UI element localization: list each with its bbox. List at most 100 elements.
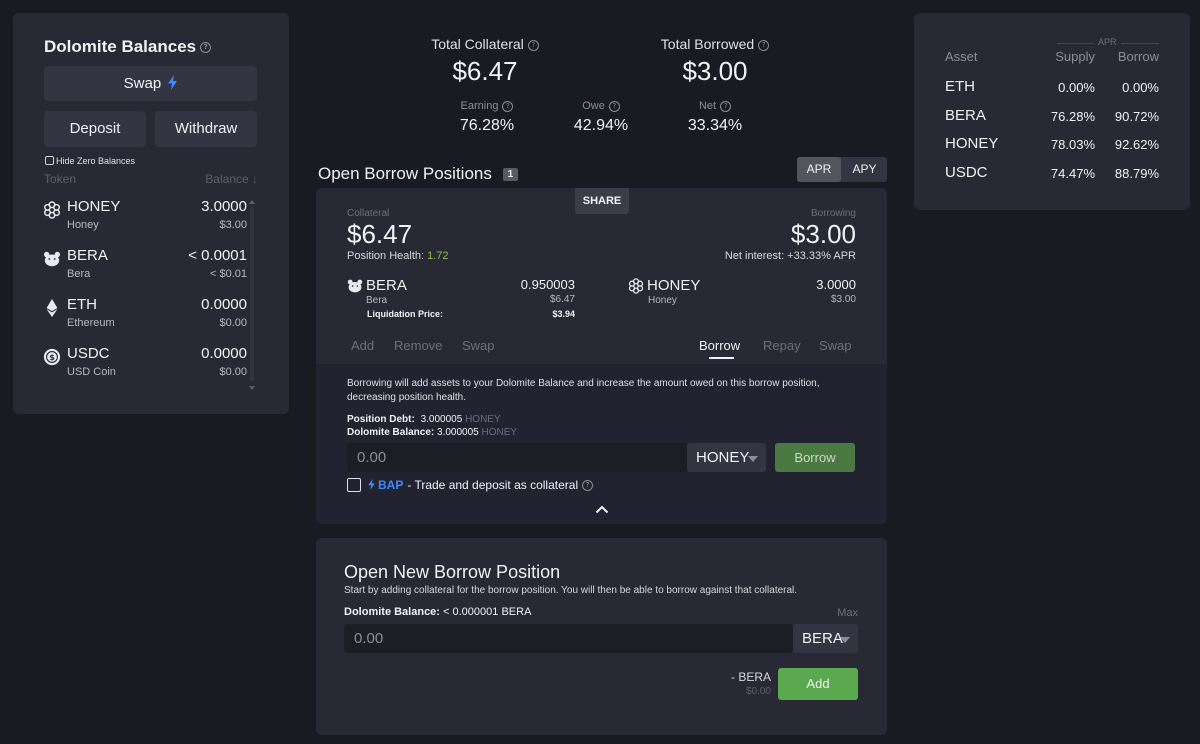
chevron-up-icon[interactable]	[595, 505, 609, 514]
eth-icon	[46, 299, 58, 317]
apr-supply: 74.47%	[1050, 166, 1095, 181]
tab-add[interactable]: Add	[351, 338, 374, 353]
apr-borrow: 88.79%	[1114, 166, 1159, 181]
bap-checkbox[interactable]	[347, 478, 361, 492]
apr-panel: APR Asset Supply Borrow ETH 0.00% 0.00% …	[914, 13, 1190, 210]
token-balance: 3.0000	[201, 198, 247, 215]
withdraw-button[interactable]: Withdraw	[155, 111, 257, 147]
token-usd-value: $0.00	[219, 366, 247, 378]
apr-col-asset: Asset	[945, 49, 978, 64]
lightning-icon	[368, 479, 375, 490]
new-position-balance: Dolomite Balance: < 0.000001 BERA	[344, 606, 531, 618]
bera-icon	[43, 251, 61, 267]
bap-text: - Trade and deposit as collateral	[407, 478, 579, 492]
honey-icon	[628, 278, 644, 294]
share-button[interactable]: SHARE	[575, 188, 629, 214]
token-usd-value: $0.00	[219, 317, 247, 329]
token-symbol: ETH	[67, 296, 97, 313]
toggle-apy[interactable]: APY	[842, 157, 887, 182]
position-debt-label: Position Debt:	[347, 414, 415, 425]
lightning-icon	[168, 75, 178, 90]
deposit-button[interactable]: Deposit	[44, 111, 146, 147]
token-row-bera[interactable]: BERA Bera < 0.0001 < $0.01	[43, 247, 247, 287]
position-debt: Position Debt: 3.000005 HONEY	[347, 414, 501, 425]
collateral-token-select[interactable]: BERA	[793, 624, 858, 653]
toggle-apr[interactable]: APR	[797, 157, 841, 182]
token-name: Bera	[67, 268, 91, 280]
max-button[interactable]: Max	[837, 607, 858, 619]
token-name: USD Coin	[67, 366, 116, 378]
token-usd-value: < $0.01	[209, 268, 247, 280]
apr-supply: 78.03%	[1050, 137, 1095, 152]
total-collateral-value: $6.47	[452, 56, 518, 86]
borrow-button[interactable]: Borrow	[775, 443, 855, 472]
borrow-amount-input[interactable]: 0.00	[347, 443, 687, 472]
total-borrowed-value: $3.00	[682, 56, 748, 86]
tab-swap-debt[interactable]: Swap	[819, 338, 852, 353]
collateral-amount-input[interactable]: 0.00	[344, 624, 793, 653]
hide-zero-toggle[interactable]: Hide Zero Balances	[45, 156, 135, 166]
token-name: Honey	[67, 219, 99, 231]
swap-button-label: Swap	[123, 75, 162, 92]
collateral-name: Bera	[366, 295, 388, 306]
borrow-token-select[interactable]: HONEY	[687, 443, 766, 472]
apr-asset: HONEY	[945, 135, 999, 152]
bap-option[interactable]: BAP - Trade and deposit as collateral?	[347, 478, 594, 492]
apr-borrow: 92.62%	[1114, 137, 1159, 152]
hide-zero-checkbox[interactable]	[45, 156, 54, 165]
token-row-eth[interactable]: ETH Ethereum 0.0000 $0.00	[43, 296, 247, 336]
collateral-value: $6.47	[347, 219, 413, 249]
collateral-label: Collateral	[347, 208, 390, 219]
balances-scrollbar[interactable]	[249, 200, 255, 390]
token-name: Ethereum	[67, 317, 115, 329]
token-balance: < 0.0001	[188, 247, 247, 264]
preview-amount: - BERA	[730, 670, 771, 684]
scroll-down-icon[interactable]	[249, 386, 255, 390]
help-icon[interactable]: ?	[582, 480, 594, 492]
help-icon[interactable]: ?	[720, 100, 732, 112]
tab-repay[interactable]: Repay	[763, 338, 801, 353]
help-icon[interactable]: ?	[758, 39, 770, 51]
scroll-track[interactable]	[250, 207, 254, 381]
balances-title-text: Dolomite Balances	[44, 37, 197, 56]
token-row-honey[interactable]: HONEY Honey 3.0000 $3.00	[43, 198, 247, 238]
token-usd-value: $3.00	[219, 219, 247, 231]
token-symbol: BERA	[67, 247, 108, 264]
preview-usd: $0.00	[745, 686, 771, 697]
tab-borrow[interactable]: Borrow	[699, 338, 740, 353]
help-icon[interactable]: ?	[527, 39, 539, 51]
earning-label: Earning	[460, 100, 499, 112]
net-interest: Net interest: +33.33% APR	[724, 250, 856, 262]
token-balance: 0.0000	[201, 296, 247, 313]
help-icon[interactable]: ?	[608, 100, 620, 112]
apr-borrow: 0.00%	[1122, 80, 1159, 95]
column-balance-header[interactable]: Balance ↓	[205, 172, 258, 186]
add-button[interactable]: Add	[778, 668, 858, 700]
collateral-symbol: BERA	[366, 277, 407, 294]
owe-label: Owe	[582, 100, 605, 112]
token-row-usdc[interactable]: $ USDC USD Coin 0.0000 $0.00	[43, 345, 247, 385]
new-position-subtitle: Start by adding collateral for the borro…	[344, 585, 798, 596]
scroll-up-icon[interactable]	[249, 200, 255, 204]
apr-apy-toggle[interactable]: APR APY	[797, 157, 887, 182]
help-icon[interactable]: ?	[502, 100, 514, 112]
total-collateral: Total Collateral?	[410, 36, 560, 52]
balances-title: Dolomite Balances?	[44, 37, 212, 57]
tab-remove[interactable]: Remove	[394, 338, 442, 353]
token-symbol: USDC	[67, 345, 110, 362]
chevron-down-icon	[748, 456, 758, 462]
deposit-button-label: Deposit	[69, 120, 121, 137]
chevron-down-icon	[840, 637, 850, 643]
apr-asset: ETH	[945, 78, 975, 95]
position-health: Position Health: 1.72	[347, 250, 449, 262]
borrowing-value: $3.00	[790, 219, 856, 249]
borrow-symbol: HONEY	[647, 277, 701, 294]
token-symbol: HONEY	[67, 198, 121, 215]
column-token-header: Token	[44, 172, 77, 186]
tab-swap-collateral[interactable]: Swap	[462, 338, 495, 353]
new-position-panel: Open New Borrow Position Start by adding…	[316, 538, 887, 735]
liquidation-price-label: Liquidation Price:	[367, 309, 444, 319]
swap-button[interactable]: Swap	[44, 66, 257, 101]
help-icon[interactable]: ?	[200, 42, 212, 54]
borrow-description: Borrowing will add assets to your Dolomi…	[347, 378, 820, 403]
